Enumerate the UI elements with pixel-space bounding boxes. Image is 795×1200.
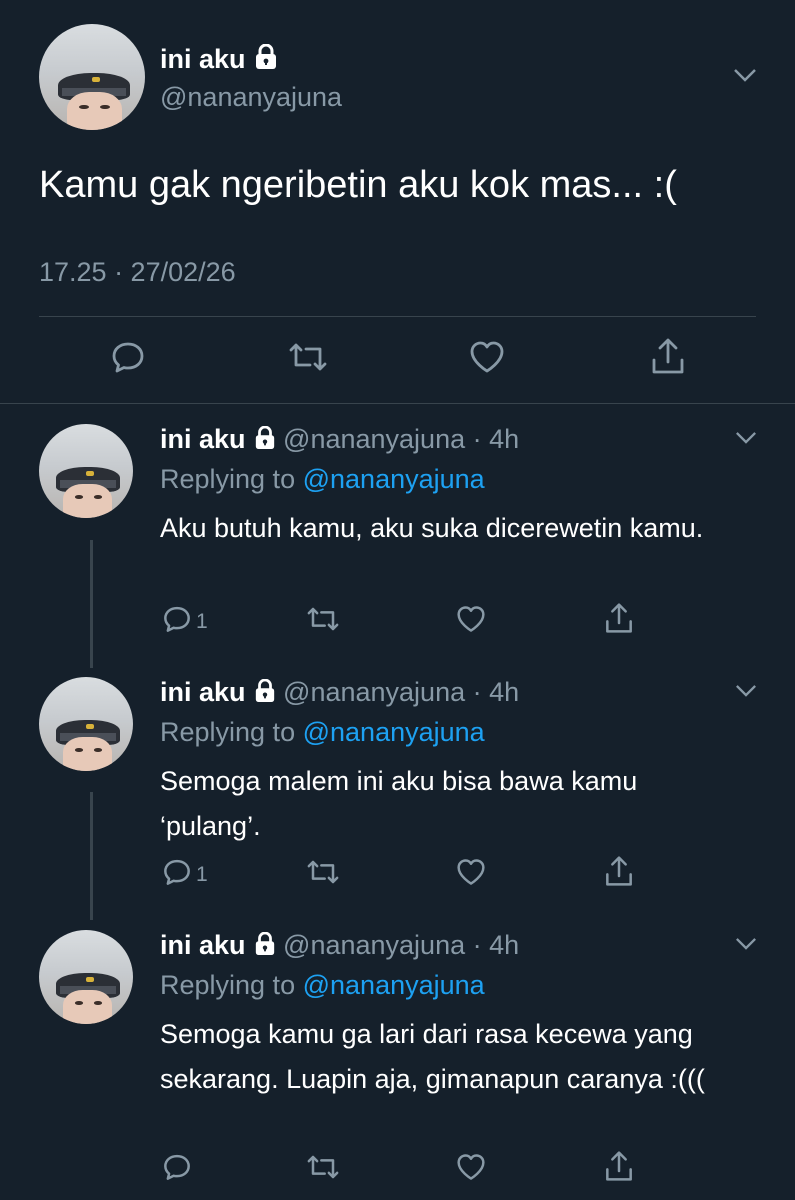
lock-icon: [254, 43, 278, 77]
like-button[interactable]: [456, 605, 486, 638]
chevron-down-icon[interactable]: [733, 68, 757, 87]
reply-count: 1: [196, 609, 208, 633]
relative-time[interactable]: · 4h: [473, 677, 520, 707]
share-button[interactable]: [604, 601, 634, 640]
share-button[interactable]: [650, 336, 686, 381]
tweet-text: Semoga kamu ga lari dari rasa kecewa yan…: [160, 1019, 705, 1094]
retweet-icon: [306, 1152, 340, 1187]
share-icon: [650, 336, 686, 381]
tweet-text: Aku butuh kamu, aku suka dicerewetin kam…: [160, 513, 704, 543]
retweet-button[interactable]: [306, 1152, 340, 1187]
like-button[interactable]: [456, 1153, 486, 1186]
reply-header: ini aku @nananyajuna · 4h: [160, 677, 519, 710]
like-button[interactable]: [469, 340, 505, 379]
reply-icon: [162, 857, 192, 892]
reply-button[interactable]: 1: [162, 604, 208, 639]
thread-line: [90, 540, 93, 668]
replying-to: Replying to @nananyajuna: [160, 970, 485, 1000]
share-icon: [604, 1149, 634, 1188]
divider: [39, 316, 756, 317]
reply-button[interactable]: [110, 339, 146, 380]
chevron-down-icon[interactable]: [735, 684, 757, 702]
handle[interactable]: @nananyajuna: [283, 677, 465, 707]
retweet-icon: [288, 339, 328, 380]
reply-header: ini aku @nananyajuna · 4h: [160, 424, 519, 457]
lock-icon: [254, 678, 276, 710]
replying-to: Replying to @nananyajuna: [160, 717, 485, 747]
avatar[interactable]: [39, 677, 133, 771]
replying-to: Replying to @nananyajuna: [160, 464, 485, 494]
divider: [0, 403, 795, 404]
reply-icon: [162, 1152, 192, 1187]
heart-icon: [469, 340, 505, 379]
reply-icon: [162, 604, 192, 639]
lock-icon: [254, 425, 276, 457]
retweet-button[interactable]: [288, 339, 328, 380]
heart-icon: [456, 1153, 486, 1186]
display-name[interactable]: ini aku: [160, 677, 246, 707]
reply-icon: [110, 339, 146, 380]
tweet-text: Semoga malem ini aku bisa bawa kamu ‘pul…: [160, 766, 638, 841]
like-button[interactable]: [456, 858, 486, 891]
retweet-button[interactable]: [306, 857, 340, 892]
retweet-button[interactable]: [306, 604, 340, 639]
mention-link[interactable]: @nananyajuna: [303, 464, 485, 494]
share-button[interactable]: [604, 1149, 634, 1188]
thread-line: [90, 792, 93, 920]
avatar[interactable]: [39, 24, 145, 130]
reply-count: 1: [196, 862, 208, 886]
lock-icon: [254, 931, 276, 963]
relative-time[interactable]: · 4h: [473, 930, 520, 960]
retweet-icon: [306, 857, 340, 892]
avatar[interactable]: [39, 930, 133, 1024]
share-icon: [604, 854, 634, 893]
handle[interactable]: @nananyajuna: [283, 930, 465, 960]
share-icon: [604, 601, 634, 640]
chevron-down-icon[interactable]: [735, 431, 757, 449]
tweet-timestamp[interactable]: 17.25 · 27/02/26: [39, 257, 236, 288]
share-button[interactable]: [604, 854, 634, 893]
reply-header: ini aku @nananyajuna · 4h: [160, 930, 519, 963]
relative-time[interactable]: · 4h: [473, 424, 520, 454]
mention-link[interactable]: @nananyajuna: [303, 970, 485, 1000]
reply-button[interactable]: 1: [162, 857, 208, 892]
handle[interactable]: @nananyajuna: [283, 424, 465, 454]
heart-icon: [456, 605, 486, 638]
heart-icon: [456, 858, 486, 891]
avatar[interactable]: [39, 424, 133, 518]
reply-button[interactable]: [162, 1152, 196, 1187]
handle[interactable]: @nananyajuna: [160, 82, 342, 113]
tweet-text: Kamu gak ngeribetin aku kok mas... :(: [39, 164, 677, 206]
display-name[interactable]: ini aku: [160, 424, 246, 454]
mention-link[interactable]: @nananyajuna: [303, 717, 485, 747]
chevron-down-icon[interactable]: [735, 937, 757, 955]
display-name[interactable]: ini aku: [160, 43, 278, 77]
retweet-icon: [306, 604, 340, 639]
display-name[interactable]: ini aku: [160, 930, 246, 960]
